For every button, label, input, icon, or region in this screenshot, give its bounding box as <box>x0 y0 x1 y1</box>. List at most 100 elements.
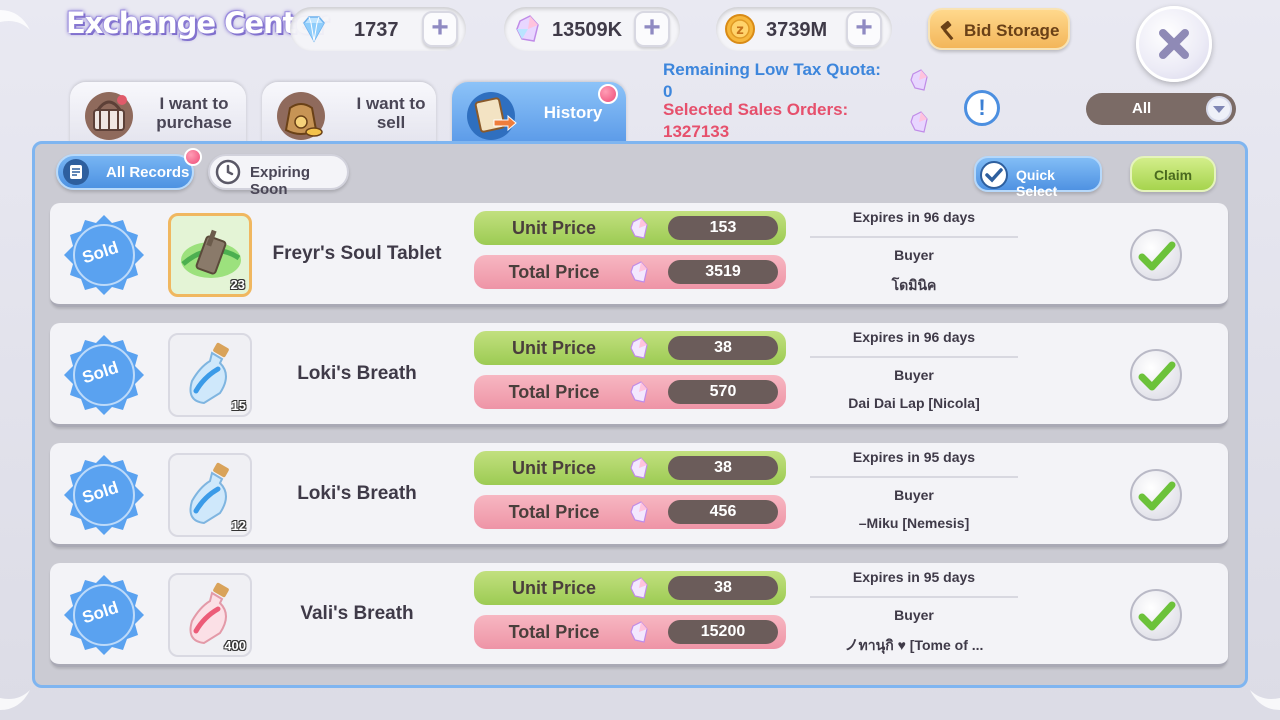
info-button[interactable]: ! <box>964 90 1000 126</box>
checkmark-icon <box>1138 601 1176 631</box>
crystal-icon <box>630 501 648 523</box>
select-checkbox[interactable] <box>1130 229 1182 281</box>
total-price-value: 15200 <box>668 620 778 644</box>
tab-purchase[interactable]: I want to purchase <box>70 82 246 144</box>
item-slot[interactable]: 400 <box>168 573 252 657</box>
quick-select-button[interactable]: Quick Select <box>974 156 1102 199</box>
all-records-notification-dot <box>184 148 202 166</box>
claim-label: Claim <box>1153 167 1193 183</box>
item-quantity: 15 <box>231 398 246 413</box>
subtab-expiring-soon-label: Expiring Soon <box>250 164 311 198</box>
tab-sell[interactable]: I want to sell <box>262 82 436 144</box>
unit-price-pill: Unit Price 153 <box>474 211 786 245</box>
records-list-icon <box>63 159 89 185</box>
buyer-label: Buyer <box>894 367 934 383</box>
buyer-name: ノทานุกิ ♥ [Tome of ... <box>844 637 984 653</box>
buyer-label: Buyer <box>894 487 934 503</box>
crystal-icon <box>910 69 928 91</box>
claim-button[interactable]: Claim <box>1130 156 1216 192</box>
total-price-pill: Total Price 570 <box>474 375 786 409</box>
expires-text: Expires in 95 days <box>852 569 976 585</box>
buyer-name: Dai Dai Lap [Nicola] <box>848 395 980 411</box>
diamond-icon <box>303 16 325 43</box>
item-name: Loki's Breath <box>297 483 417 504</box>
unit-price-value: 153 <box>668 216 778 240</box>
diamond-amount: 1737 <box>354 19 399 41</box>
crystal-icon <box>630 217 648 239</box>
total-price-value: 3519 <box>668 260 778 284</box>
filter-selected-value: All <box>1132 100 1152 117</box>
buyer-name: –Miku [Nemesis] <box>858 515 970 531</box>
expires-text: Expires in 95 days <box>852 449 976 465</box>
total-price-label: Total Price <box>508 262 600 282</box>
buyer-label: Buyer <box>894 607 934 623</box>
crystal-icon <box>630 337 648 359</box>
add-diamond-button[interactable]: + <box>422 11 458 47</box>
record-row[interactable]: Sold 23 Freyr's Soul Tablet Unit Price 1… <box>50 203 1228 307</box>
checkmark-icon <box>980 161 1008 189</box>
zeny-coin-icon: z <box>725 14 755 44</box>
select-checkbox[interactable] <box>1130 589 1182 641</box>
currency-zeny: z 3739M + <box>716 7 892 51</box>
record-row[interactable]: Sold 400 Vali's Breath Unit Price 38 Tot… <box>50 563 1228 667</box>
crystal-amount: 13509K <box>552 19 623 41</box>
divider <box>810 596 1018 598</box>
currency-diamond: 1737 + <box>290 7 466 51</box>
tab-history-label: History <box>543 103 603 122</box>
scroll-history-icon <box>467 92 517 140</box>
remaining-quota-value: 0 <box>663 82 673 101</box>
unit-price-value: 38 <box>668 576 778 600</box>
add-zeny-button[interactable]: + <box>846 11 882 47</box>
money-bag-icon <box>277 92 325 140</box>
selected-sales-label: Selected Sales Orders: <box>663 100 849 119</box>
total-price-value: 456 <box>668 500 778 524</box>
subtab-expiring-soon[interactable]: Expiring Soon <box>208 154 349 198</box>
selected-sales-value: 1327133 <box>663 122 730 141</box>
tab-purchase-label: I want to purchase <box>156 94 232 132</box>
expires-text: Expires in 96 days <box>852 209 976 225</box>
bid-storage-button[interactable]: Bid Storage <box>928 8 1070 50</box>
item-slot[interactable]: 23 <box>168 213 252 297</box>
record-row[interactable]: Sold 15 Loki's Breath Unit Price 38 Tota… <box>50 323 1228 427</box>
subtab-all-records-label: All Records <box>106 164 190 181</box>
checkmark-icon <box>1138 241 1176 271</box>
crystal-icon <box>630 381 648 403</box>
item-slot[interactable]: 15 <box>168 333 252 417</box>
total-price-pill: Total Price 456 <box>474 495 786 529</box>
unit-price-pill: Unit Price 38 <box>474 571 786 605</box>
unit-price-label: Unit Price <box>511 578 597 598</box>
crystal-icon <box>630 621 648 643</box>
subtab-all-records[interactable]: All Records <box>56 154 194 190</box>
unit-price-value: 38 <box>668 456 778 480</box>
item-quantity: 23 <box>230 277 245 292</box>
gavel-icon <box>940 20 954 41</box>
item-slot[interactable]: 12 <box>168 453 252 537</box>
shopping-basket-icon <box>85 92 133 140</box>
item-name: Vali's Breath <box>300 603 414 624</box>
checkmark-icon <box>1138 481 1176 511</box>
item-quantity: 12 <box>231 518 246 533</box>
divider <box>810 476 1018 478</box>
add-crystal-button[interactable]: + <box>634 11 670 47</box>
total-price-label: Total Price <box>508 382 600 402</box>
svg-text:z: z <box>736 23 744 38</box>
select-checkbox[interactable] <box>1130 469 1182 521</box>
unit-price-pill: Unit Price 38 <box>474 451 786 485</box>
filter-dropdown[interactable]: All <box>1086 93 1236 125</box>
crystal-icon <box>630 577 648 599</box>
checkmark-icon <box>1138 361 1176 391</box>
page-title: Exchange Center <box>66 6 329 40</box>
close-button[interactable] <box>1136 6 1212 82</box>
total-price-label: Total Price <box>508 622 600 642</box>
record-row[interactable]: Sold 12 Loki's Breath Unit Price 38 Tota… <box>50 443 1228 547</box>
select-checkbox[interactable] <box>1130 349 1182 401</box>
crystal-icon <box>630 261 648 283</box>
zeny-amount: 3739M <box>766 19 828 41</box>
buyer-name: โดมินิค <box>891 277 937 293</box>
quick-select-label: Quick Select <box>1016 167 1058 199</box>
unit-price-value: 38 <box>668 336 778 360</box>
total-price-label: Total Price <box>508 502 600 522</box>
item-quantity: 400 <box>224 638 246 653</box>
total-price-value: 570 <box>668 380 778 404</box>
close-icon <box>1159 29 1189 59</box>
